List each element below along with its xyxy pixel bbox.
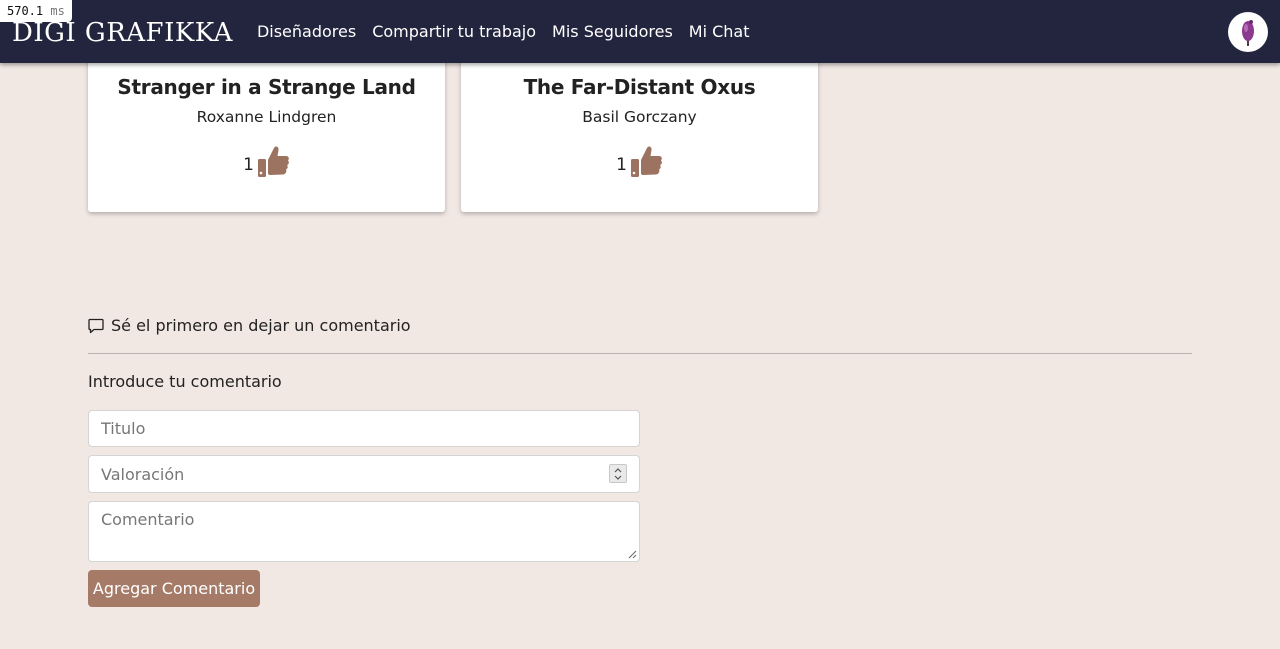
comment-textarea[interactable] bbox=[88, 501, 640, 562]
thumbs-up-icon[interactable] bbox=[256, 144, 290, 178]
comment-notice: Sé el primero en dejar un comentario bbox=[88, 316, 411, 335]
nav-link-seguidores[interactable]: Mis Seguidores bbox=[552, 22, 673, 41]
section-divider bbox=[88, 353, 1192, 354]
work-card[interactable]: Stranger in a Strange Land Roxanne Lindg… bbox=[88, 40, 445, 212]
card-author: Basil Gorczany bbox=[582, 108, 697, 126]
top-navbar: DIGI GRAFIKKA Diseñadores Compartir tu t… bbox=[0, 0, 1280, 63]
card-likes: 1 bbox=[88, 144, 445, 178]
chevron-up-icon[interactable] bbox=[614, 467, 622, 473]
thumbs-up-icon[interactable] bbox=[629, 144, 663, 178]
nav-link-chat[interactable]: Mi Chat bbox=[689, 22, 750, 41]
chevron-down-icon[interactable] bbox=[614, 475, 622, 480]
add-comment-button[interactable]: Agregar Comentario bbox=[88, 570, 260, 607]
nav-link-disenadores[interactable]: Diseñadores bbox=[257, 22, 356, 41]
title-input[interactable] bbox=[88, 410, 640, 447]
rating-spinner[interactable] bbox=[609, 464, 627, 483]
nav-links: Diseñadores Compartir tu trabajo Mis Seg… bbox=[257, 22, 766, 41]
comment-form-label: Introduce tu comentario bbox=[88, 372, 282, 391]
resize-grip-icon[interactable] bbox=[627, 549, 637, 559]
timing-unit: ms bbox=[50, 4, 65, 18]
render-timing-badge: 570.1 ms bbox=[0, 0, 72, 22]
like-count: 1 bbox=[616, 155, 627, 175]
card-title: The Far-Distant Oxus bbox=[523, 75, 756, 99]
like-count: 1 bbox=[243, 155, 254, 175]
card-author: Roxanne Lindgren bbox=[196, 108, 337, 126]
comment-notice-text: Sé el primero en dejar un comentario bbox=[111, 316, 411, 335]
card-title: Stranger in a Strange Land bbox=[117, 75, 416, 99]
chat-bubble-icon bbox=[88, 318, 104, 333]
card-likes: 1 bbox=[461, 144, 818, 178]
timing-value: 570.1 bbox=[7, 4, 44, 18]
user-avatar-icon[interactable] bbox=[1228, 12, 1268, 52]
nav-link-compartir[interactable]: Compartir tu trabajo bbox=[372, 22, 536, 41]
rating-input[interactable] bbox=[88, 455, 640, 493]
work-card[interactable]: The Far-Distant Oxus Basil Gorczany 1 bbox=[461, 40, 818, 212]
